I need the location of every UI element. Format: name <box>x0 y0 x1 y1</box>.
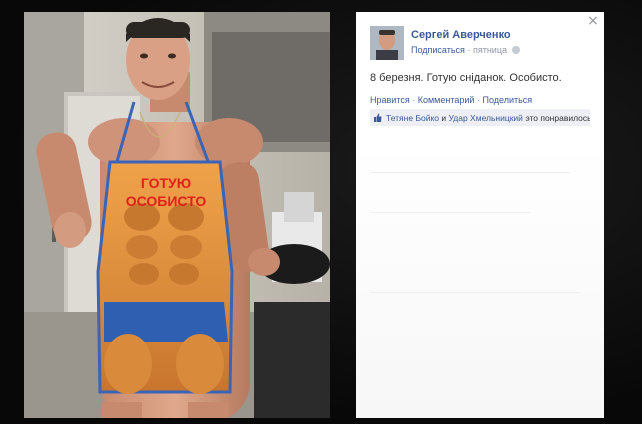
photo-image: ГОТУЮ ОСОБИСТО <box>24 12 330 418</box>
like-link[interactable]: Нравится <box>370 95 410 105</box>
author-name-link[interactable]: Сергей Аверченко <box>411 29 511 41</box>
close-button[interactable]: × <box>586 14 600 28</box>
post-meta: Подписаться · пятница <box>411 45 520 55</box>
globe-icon[interactable] <box>511 46 520 54</box>
likes-conjunction: и <box>441 113 447 123</box>
actions-separator: · <box>476 95 480 105</box>
thumbs-up-icon <box>374 113 382 122</box>
meta-separator: · <box>467 45 471 55</box>
liker-link[interactable]: Удар Хмельницкий <box>449 113 523 123</box>
likes-summary: Тетяне Бойко и Удар Хмельницкий это понр… <box>370 109 590 126</box>
post-actions: Нравится · Комментарий · Поделиться <box>370 95 532 105</box>
divider <box>370 212 530 213</box>
post-side-panel: × Сергей Аверченко Подписаться · пятница… <box>356 12 604 418</box>
divider <box>370 292 580 293</box>
post-time[interactable]: пятница <box>473 45 507 55</box>
liker-link[interactable]: Тетяне Бойко <box>386 113 439 123</box>
avatar[interactable] <box>370 26 404 60</box>
actions-separator: · <box>412 95 416 105</box>
likes-suffix: это понравилось. <box>525 113 590 123</box>
photo[interactable]: ГОТУЮ ОСОБИСТО <box>24 12 330 418</box>
avatar-image <box>370 26 404 60</box>
comment-link[interactable]: Комментарий <box>418 95 475 105</box>
apron-text-line1: ГОТУЮ <box>141 175 191 191</box>
author-header: Сергей Аверченко Подписаться · пятница <box>370 26 584 60</box>
post-text: 8 березня. Готую сніданок. Особисто. <box>370 72 562 84</box>
apron-text-line2: ОСОБИСТО <box>126 193 207 209</box>
comments-area <box>356 142 604 418</box>
divider <box>370 172 570 173</box>
subscribe-link[interactable]: Подписаться <box>411 45 465 55</box>
share-link[interactable]: Поделиться <box>482 95 532 105</box>
